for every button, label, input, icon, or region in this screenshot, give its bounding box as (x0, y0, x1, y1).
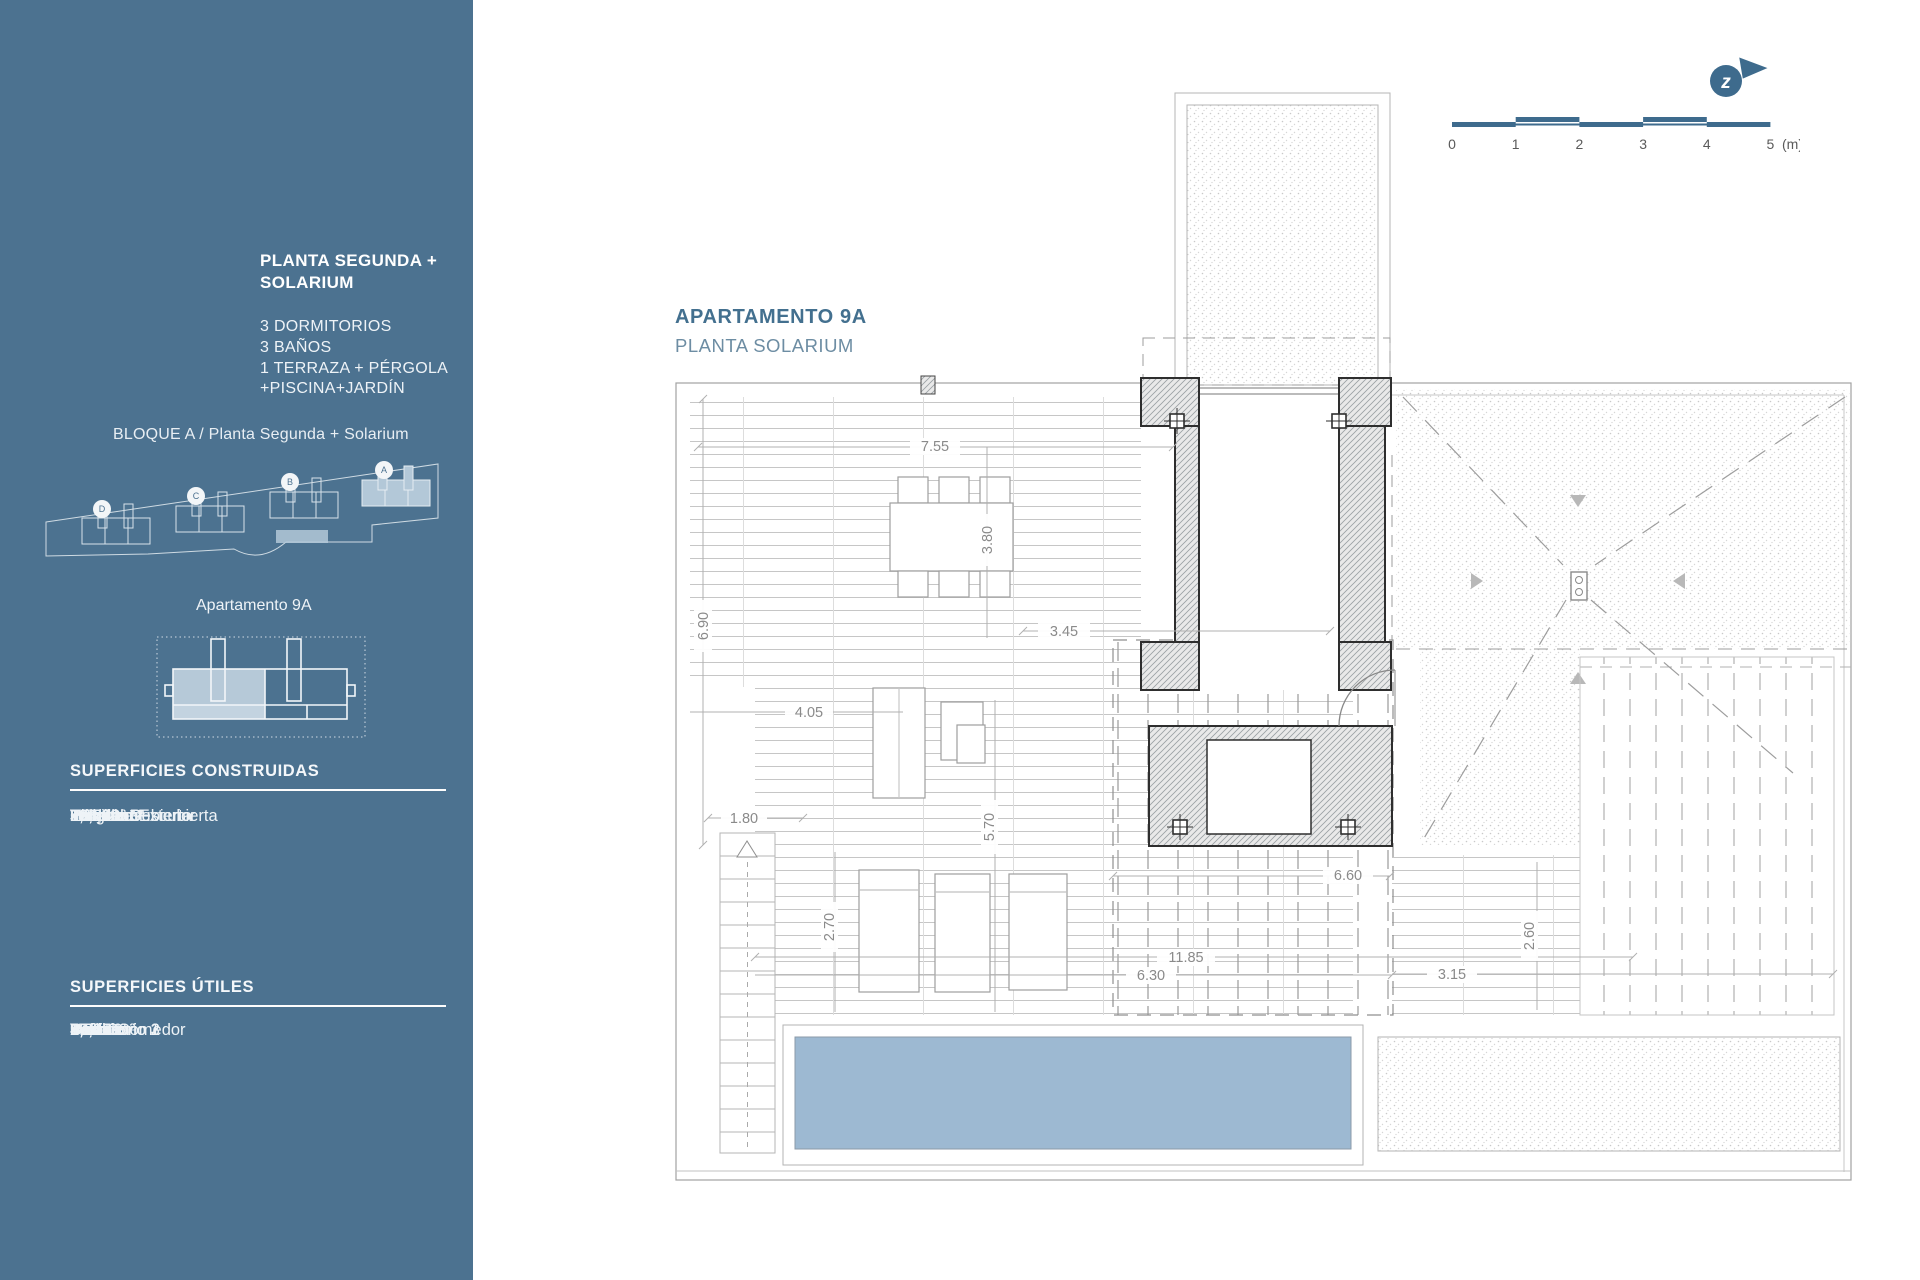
site-badges: D C B A (93, 461, 393, 518)
pergola-slats-right (1580, 657, 1834, 1015)
dim-label: 3.15 (1438, 967, 1466, 983)
chair (898, 571, 928, 597)
chair (898, 477, 928, 503)
feature-item: 3 DORMITORIOS (260, 317, 448, 338)
dim-label: 5.70 (982, 813, 998, 841)
chair (980, 477, 1010, 503)
dim-label: 6.30 (1137, 968, 1165, 984)
page: PLANTA SEGUNDA + SOLARIUM 3 DORMITORIOS … (0, 0, 1920, 1280)
gravel-roof (1396, 389, 1851, 649)
dim-label: 2.70 (822, 913, 838, 941)
site-block-b (270, 476, 338, 518)
chair (939, 477, 969, 503)
feature-item: +PISCINA+JARDÍN (260, 379, 448, 400)
roof-drain (1571, 572, 1587, 600)
dim-label: 2.60 (1522, 922, 1538, 950)
block-label: BLOQUE A / Planta Segunda + Solarium (113, 426, 409, 444)
dim-label: 1.80 (730, 811, 758, 827)
unit-highlight-strip (173, 705, 265, 719)
sun-lounger (859, 870, 919, 992)
site-plan-diagram: D C B A (40, 452, 445, 578)
site-block-c (176, 490, 244, 532)
badge-c: C (193, 491, 200, 501)
wall-stub (921, 376, 935, 394)
heading-superficies-utiles: SUPERFICIES ÚTILES (70, 978, 446, 1007)
floor-title: PLANTA SEGUNDA + SOLARIUM (260, 250, 470, 295)
dim-label: 3.45 (1050, 624, 1078, 640)
feature-item: 1 TERRAZA + PÉRGOLA (260, 359, 448, 380)
dim-label: 6.90 (696, 612, 712, 640)
features-list: 3 DORMITORIOS 3 BAÑOS 1 TERRAZA + PÉRGOL… (260, 317, 448, 400)
dim-label: 7.55 (921, 439, 949, 455)
chair (980, 571, 1010, 597)
dim-label: 3.80 (980, 526, 996, 554)
garden-area (1378, 1037, 1840, 1151)
badge-a: A (381, 465, 387, 475)
sun-loungers (859, 870, 1067, 992)
swimming-pool (795, 1037, 1351, 1149)
apartment-label: Apartamento 9A (196, 597, 312, 615)
floor-plan: 7.55 6.90 3.80 3.45 4.05 1.80 5.70 2.70 … (473, 0, 1920, 1280)
dim-label: 4.05 (795, 705, 823, 721)
site-block-a-highlight (276, 464, 430, 543)
sidebar: PLANTA SEGUNDA + SOLARIUM 3 DORMITORIOS … (0, 0, 473, 1280)
unit-mini-plan (155, 627, 367, 747)
heading-superficies-construidas: SUPERFICIES CONSTRUIDAS (70, 762, 446, 791)
core-opening (1207, 740, 1311, 834)
gravel-roof-lower (1420, 649, 1580, 845)
exterior-stair (720, 833, 775, 1153)
deck-area-right (1392, 855, 1580, 1015)
badge-d: D (99, 504, 106, 514)
dim-label: 6.60 (1334, 868, 1362, 884)
chair (939, 571, 969, 597)
dim-label: 11.85 (1168, 950, 1203, 966)
badge-b: B (287, 477, 293, 487)
stair-tower (1175, 93, 1390, 385)
stair-shaft (1199, 390, 1339, 690)
feature-item: 3 BAÑOS (260, 338, 448, 359)
